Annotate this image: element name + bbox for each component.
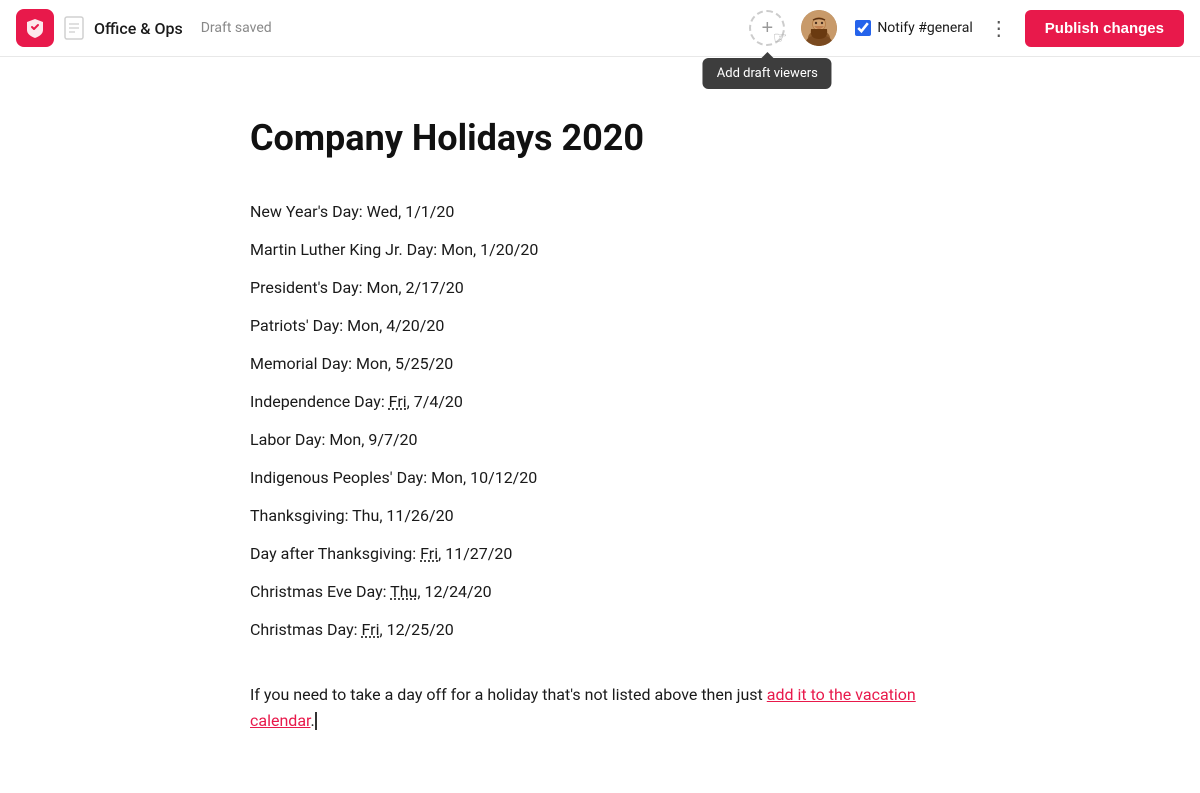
workspace-name: Office & Ops bbox=[94, 19, 183, 38]
list-item: New Year's Day: Wed, 1/1/20 bbox=[250, 200, 950, 224]
list-item: Labor Day: Mon, 9/7/20 bbox=[250, 428, 950, 452]
day-abbr: Fri bbox=[362, 620, 380, 639]
draft-status: Draft saved bbox=[201, 20, 272, 36]
publish-button[interactable]: Publish changes bbox=[1025, 10, 1184, 47]
list-item: Thanksgiving: Thu, 11/26/20 bbox=[250, 504, 950, 528]
notify-checkbox[interactable] bbox=[855, 20, 871, 36]
document-icon bbox=[64, 16, 84, 40]
day-abbr: Thu bbox=[390, 582, 417, 601]
list-item: Christmas Day: Fri, 12/25/20 bbox=[250, 618, 950, 642]
text-cursor bbox=[315, 712, 317, 730]
avatar-image bbox=[801, 10, 837, 46]
notify-group: Notify #general bbox=[855, 20, 972, 36]
add-viewer-button[interactable]: + ☞ bbox=[749, 10, 785, 46]
day-abbr: Fri bbox=[389, 392, 407, 411]
list-item: Independence Day: Fri, 7/4/20 bbox=[250, 390, 950, 414]
document-content: Company Holidays 2020 New Year's Day: We… bbox=[170, 57, 1030, 793]
holiday-list: New Year's Day: Wed, 1/1/20 Martin Luthe… bbox=[250, 200, 950, 642]
list-item: Day after Thanksgiving: Fri, 11/27/20 bbox=[250, 542, 950, 566]
list-item: Christmas Eve Day: Thu, 12/24/20 bbox=[250, 580, 950, 604]
more-icon: ⋮ bbox=[989, 16, 1009, 41]
footer-text-before-link: If you need to take a day off for a holi… bbox=[250, 685, 767, 704]
notify-label: Notify #general bbox=[877, 20, 972, 36]
plus-icon: + bbox=[761, 17, 773, 40]
more-options-button[interactable]: ⋮ bbox=[983, 12, 1015, 44]
topbar: Office & Ops Draft saved + ☞ Add draft v… bbox=[0, 0, 1200, 57]
list-item: Martin Luther King Jr. Day: Mon, 1/20/20 bbox=[250, 238, 950, 262]
add-viewer-wrapper: + ☞ Add draft viewers bbox=[749, 10, 785, 46]
app-logo bbox=[16, 9, 54, 47]
list-item: Memorial Day: Mon, 5/25/20 bbox=[250, 352, 950, 376]
list-item: Indigenous Peoples' Day: Mon, 10/12/20 bbox=[250, 466, 950, 490]
avatar[interactable] bbox=[801, 10, 837, 46]
cursor-icon: ☞ bbox=[773, 28, 787, 48]
add-viewer-tooltip: Add draft viewers bbox=[703, 58, 832, 89]
list-item: Patriots' Day: Mon, 4/20/20 bbox=[250, 314, 950, 338]
footer-text: If you need to take a day off for a holi… bbox=[250, 682, 950, 733]
document-title: Company Holidays 2020 bbox=[250, 117, 950, 160]
list-item: President's Day: Mon, 2/17/20 bbox=[250, 276, 950, 300]
day-abbr: Fri bbox=[420, 544, 438, 563]
